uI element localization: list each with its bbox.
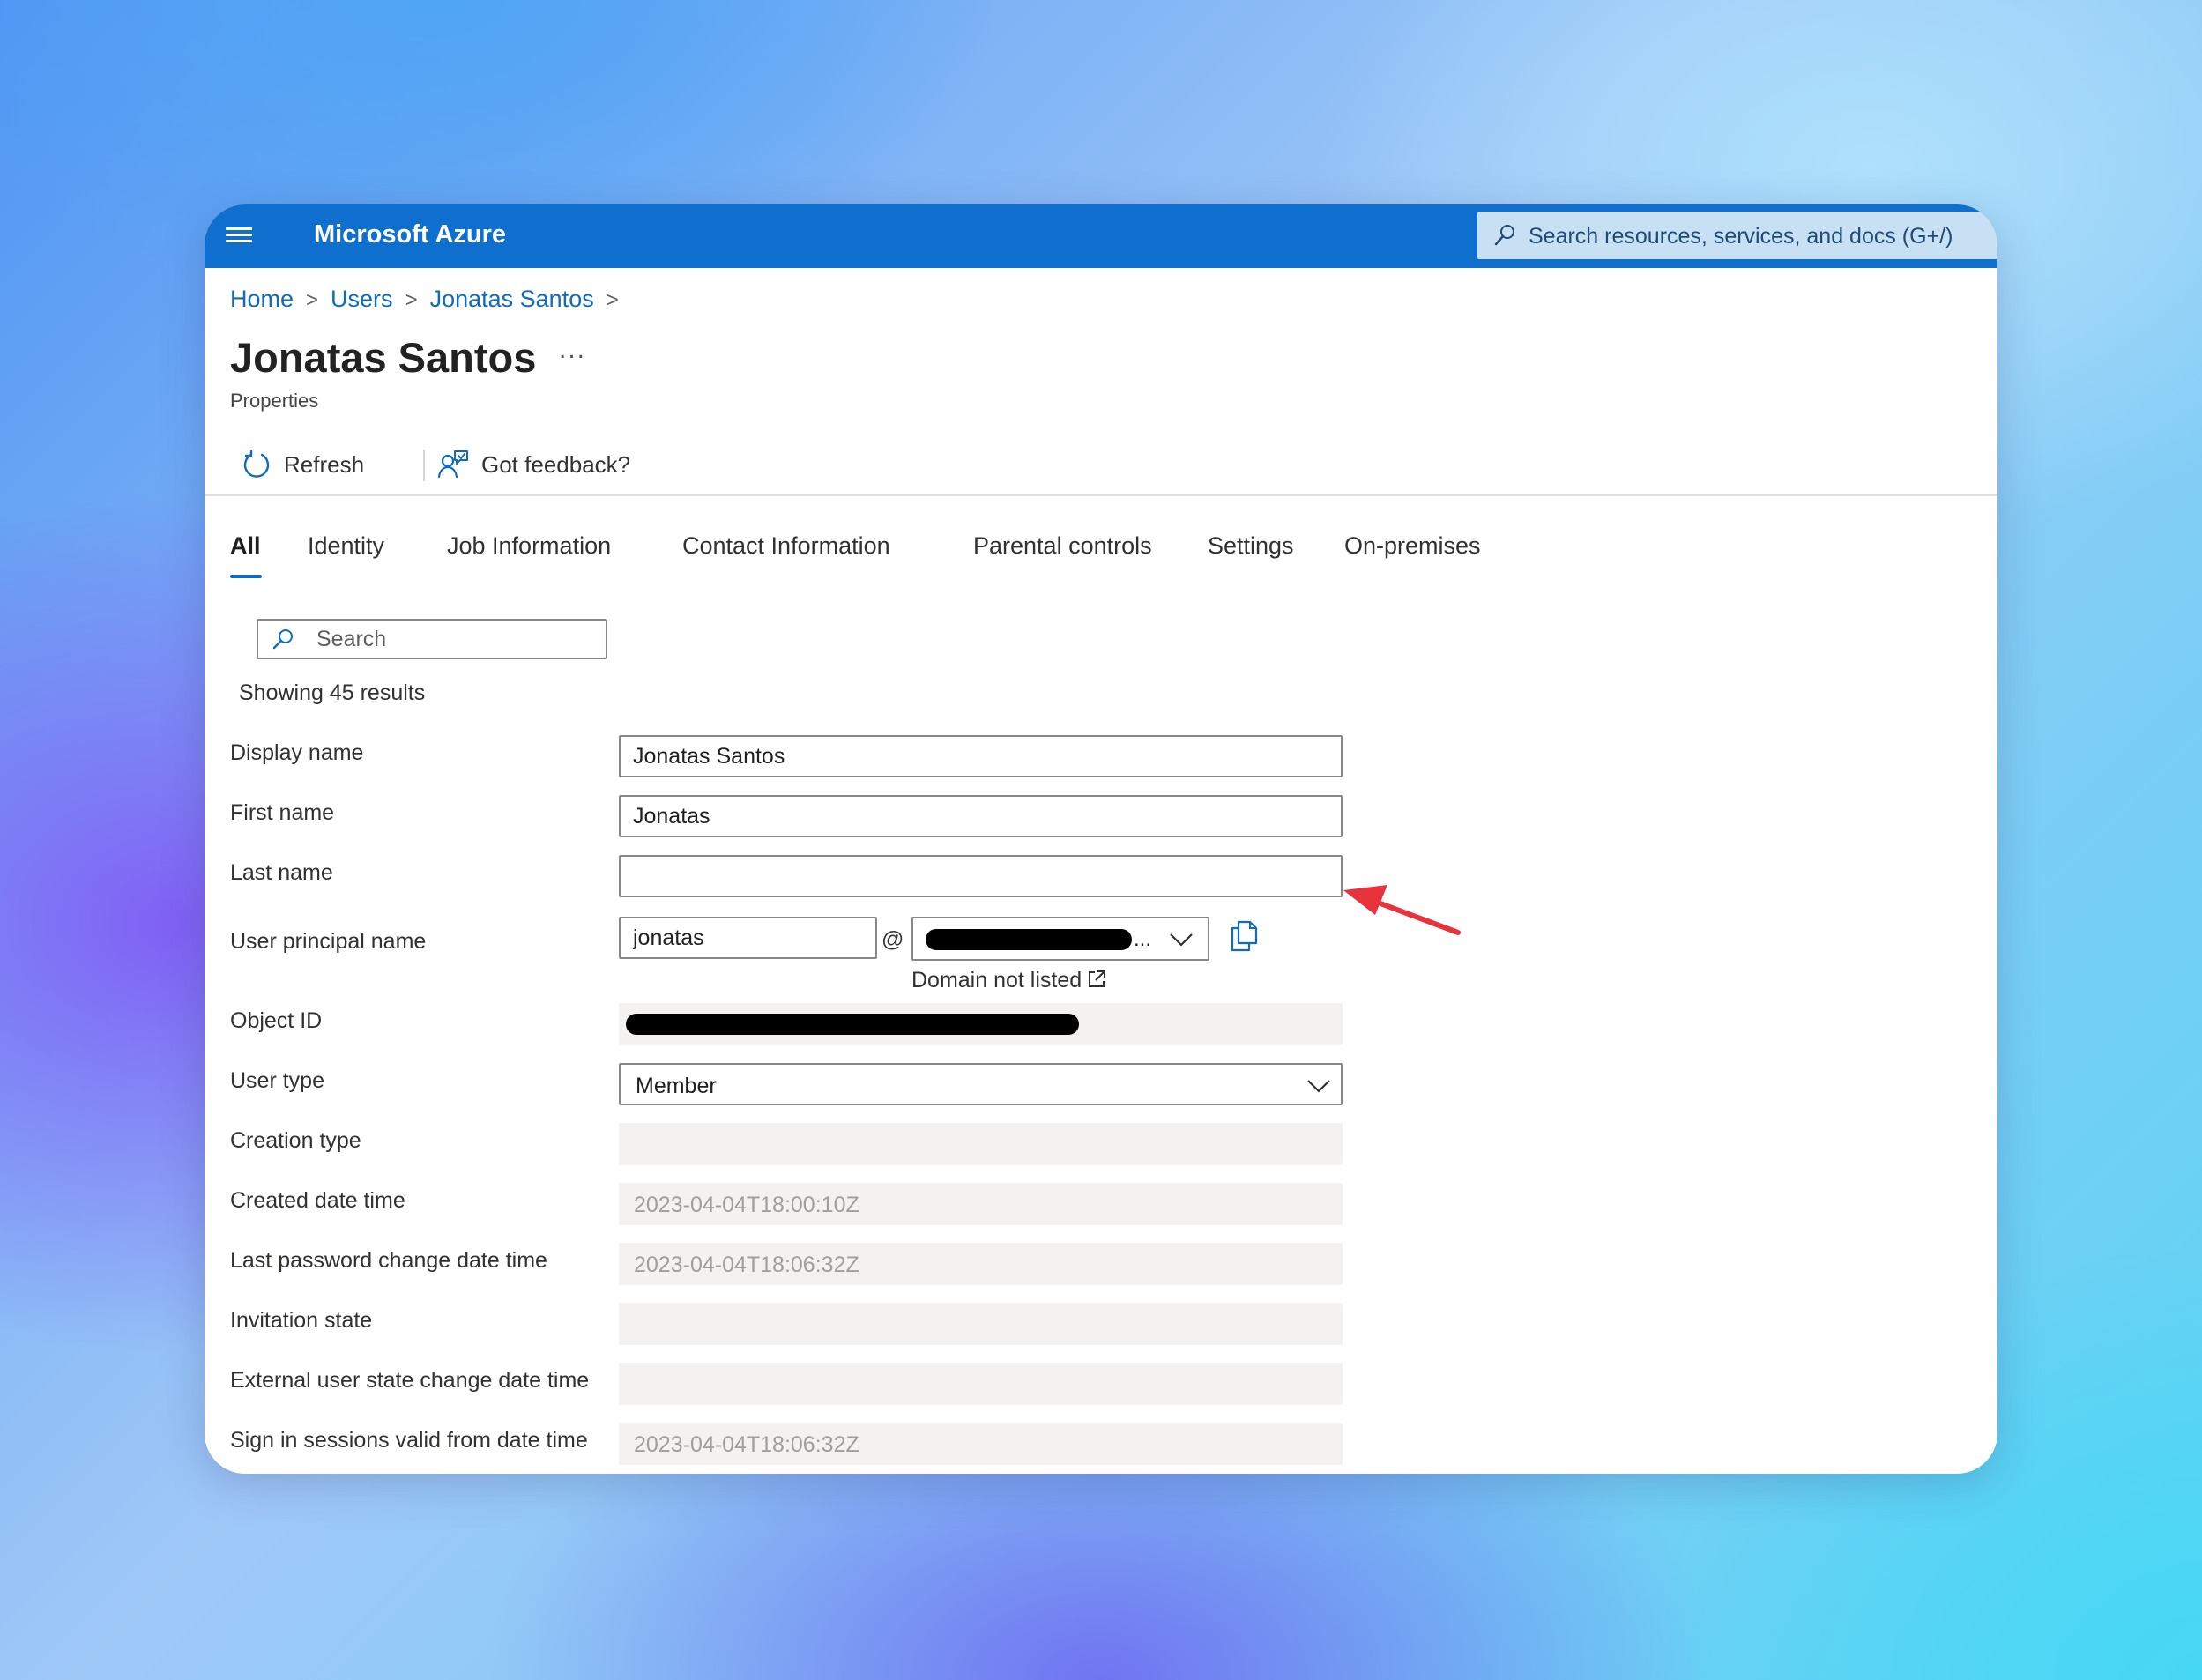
invitation-state-field: [619, 1303, 1343, 1345]
hamburger-menu-icon[interactable]: [226, 224, 252, 247]
external-link-icon: [1089, 970, 1106, 987]
sign-in-sessions-valid-value: 2023-04-04T18:06:32Z: [634, 1432, 859, 1457]
copy-icon[interactable]: [1229, 920, 1259, 952]
breadcrumb-chevron-icon: >: [606, 288, 619, 312]
toolbar-divider: [423, 450, 425, 481]
redacted-domain: [926, 929, 1132, 950]
last-name-field[interactable]: [619, 855, 1343, 897]
last-name-label: Last name: [230, 860, 333, 885]
search-icon: [272, 629, 293, 650]
search-icon: [1494, 225, 1514, 246]
property-tabs: All Identity Job Information Contact Inf…: [230, 532, 1817, 582]
display-name-field[interactable]: [619, 735, 1343, 777]
top-bar: Microsoft Azure Search resources, servic…: [205, 204, 1997, 268]
azure-window: Microsoft Azure Search resources, servic…: [205, 204, 1997, 1474]
tab-parental-controls[interactable]: Parental controls: [973, 532, 1152, 560]
feedback-button[interactable]: Got feedback?: [437, 444, 630, 485]
global-search-box[interactable]: Search resources, services, and docs (G+…: [1477, 212, 1997, 259]
created-date-time-field: 2023-04-04T18:00:10Z: [619, 1183, 1343, 1225]
properties-search-input[interactable]: [316, 624, 590, 654]
tab-job-information[interactable]: Job Information: [447, 532, 611, 560]
first-name-field[interactable]: [619, 795, 1343, 837]
results-count: Showing 45 results: [239, 680, 426, 705]
user-type-label: User type: [230, 1068, 324, 1093]
upn-username-input[interactable]: [633, 924, 862, 952]
global-search-placeholder: Search resources, services, and docs (G+…: [1529, 224, 1953, 249]
breadcrumb-chevron-icon: >: [405, 288, 418, 312]
creation-type-field: [619, 1123, 1343, 1165]
refresh-button[interactable]: Refresh: [242, 444, 364, 485]
domain-ellipsis: ...: [1134, 927, 1152, 951]
tab-contact-information[interactable]: Contact Information: [682, 532, 890, 560]
page-subtitle: Properties: [230, 390, 319, 412]
last-name-input[interactable]: [633, 862, 1320, 890]
sign-in-sessions-valid-label: Sign in sessions valid from date time: [230, 1428, 588, 1453]
breadcrumb-users[interactable]: Users: [331, 286, 393, 312]
tab-all[interactable]: All: [230, 532, 262, 578]
domain-not-listed-link[interactable]: Domain not listed: [911, 968, 1106, 993]
last-password-change-label: Last password change date time: [230, 1248, 547, 1273]
user-type-dropdown[interactable]: Member: [619, 1063, 1343, 1105]
created-date-time-label: Created date time: [230, 1188, 405, 1213]
more-options-button[interactable]: ...: [559, 335, 586, 365]
tab-on-premises[interactable]: On-premises: [1344, 532, 1481, 560]
chevron-down-icon: [1307, 1080, 1330, 1093]
properties-search-box[interactable]: [257, 619, 607, 659]
display-name-label: Display name: [230, 740, 364, 765]
breadcrumb: Home > Users > Jonatas Santos >: [230, 286, 631, 313]
display-name-input[interactable]: [633, 742, 1320, 770]
first-name-label: First name: [230, 800, 335, 825]
sign-in-sessions-valid-field: 2023-04-04T18:06:32Z: [619, 1423, 1343, 1465]
refresh-label: Refresh: [284, 450, 365, 478]
external-user-state-change-label: External user state change date time: [230, 1368, 590, 1393]
user-principal-name-label: User principal name: [230, 929, 427, 954]
invitation-state-label: Invitation state: [230, 1308, 373, 1333]
breadcrumb-chevron-icon: >: [306, 288, 319, 312]
upn-domain-dropdown[interactable]: ...: [911, 917, 1209, 961]
external-user-state-change-field: [619, 1363, 1343, 1405]
user-type-value: Member: [636, 1074, 717, 1098]
section-divider: [205, 494, 1997, 496]
red-arrow-annotation: [1343, 885, 1461, 935]
redacted-object-id: [626, 1014, 1079, 1035]
first-name-input[interactable]: [633, 802, 1320, 830]
object-id-label: Object ID: [230, 1008, 323, 1033]
upn-at-sign: @: [882, 927, 904, 952]
page-title: Jonatas Santos: [230, 334, 537, 381]
last-password-change-value: 2023-04-04T18:06:32Z: [634, 1253, 859, 1277]
command-bar: Refresh Got feedback?: [242, 444, 770, 485]
breadcrumb-user[interactable]: Jonatas Santos: [430, 286, 594, 312]
breadcrumb-home[interactable]: Home: [230, 286, 294, 312]
domain-not-listed-label: Domain not listed: [911, 968, 1082, 992]
brand-title[interactable]: Microsoft Azure: [314, 220, 506, 249]
created-date-time-value: 2023-04-04T18:00:10Z: [634, 1193, 859, 1217]
tab-identity[interactable]: Identity: [308, 532, 384, 560]
object-id-field: [619, 1003, 1343, 1045]
last-password-change-field: 2023-04-04T18:06:32Z: [619, 1243, 1343, 1285]
feedback-icon: [437, 450, 468, 479]
chevron-down-icon: [1170, 933, 1193, 947]
upn-username-field[interactable]: [619, 917, 877, 959]
tab-settings[interactable]: Settings: [1208, 532, 1294, 560]
creation-type-label: Creation type: [230, 1128, 361, 1153]
refresh-icon: [243, 450, 270, 478]
feedback-label: Got feedback?: [481, 450, 631, 478]
